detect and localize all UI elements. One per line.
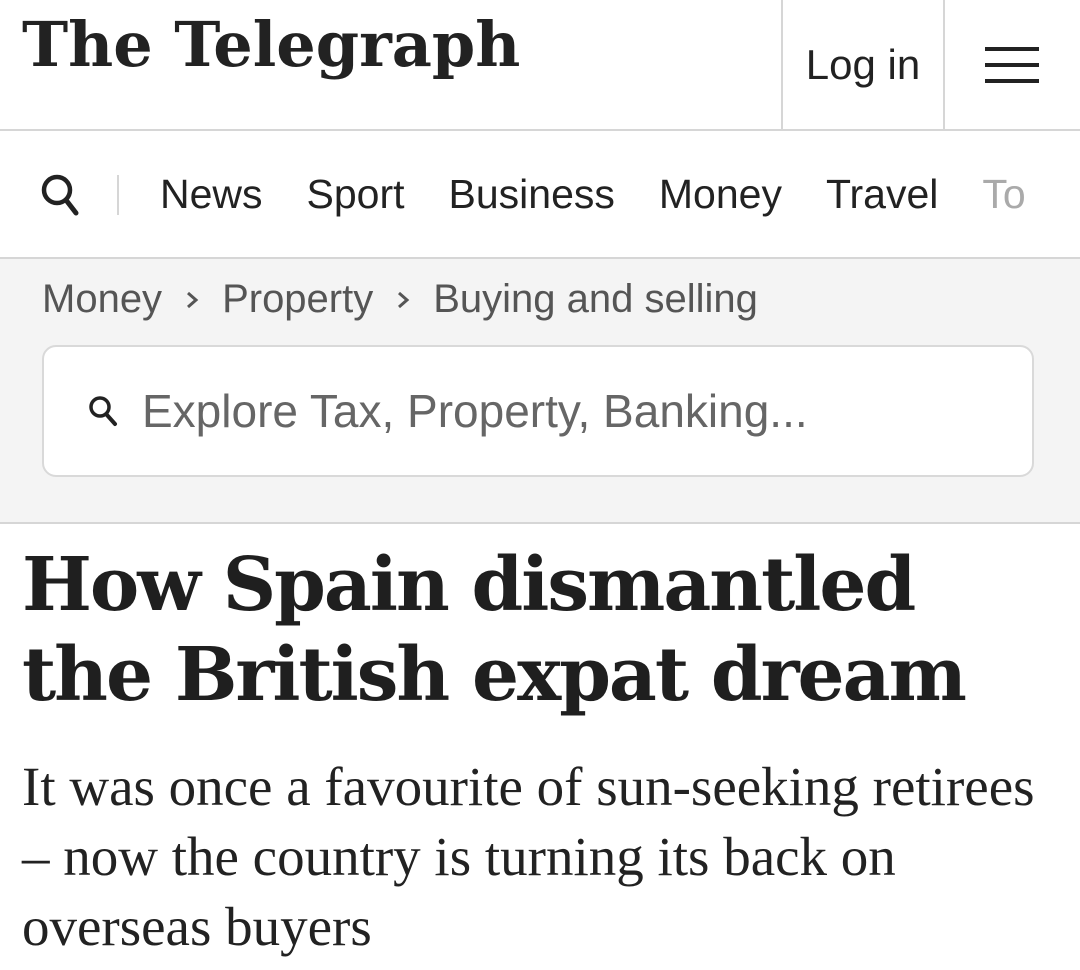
search-icon — [89, 396, 117, 426]
nav-item-money[interactable]: Money — [659, 171, 782, 218]
login-button[interactable]: Log in — [781, 0, 945, 129]
search-icon[interactable] — [40, 173, 80, 217]
section-subheader: Money Property Buying and selling — [0, 259, 1080, 524]
explore-search-input[interactable] — [140, 383, 1004, 439]
explore-search-box[interactable] — [42, 345, 1034, 477]
article-standfirst: It was once a favourite of sun-seeking r… — [22, 756, 1035, 957]
menu-button[interactable] — [943, 0, 1080, 129]
site-header: The Telegraph Log in — [0, 0, 1080, 131]
nav-item-news[interactable]: News — [160, 171, 263, 218]
hamburger-menu-icon — [984, 46, 1039, 83]
section-nav: News Sport Business Money Travel To — [0, 131, 1080, 259]
nav-items: News Sport Business Money Travel To — [160, 131, 1070, 257]
breadcrumb: Money Property Buying and selling — [42, 277, 758, 322]
chevron-right-icon — [187, 291, 199, 308]
breadcrumb-property[interactable]: Property — [222, 277, 373, 322]
nav-item-travel[interactable]: Travel — [826, 171, 938, 218]
breadcrumb-buying-and-selling[interactable]: Buying and selling — [433, 277, 758, 322]
article-headline: How Spain dismantled the British expat d… — [22, 542, 967, 718]
nav-item-sport[interactable]: Sport — [307, 171, 405, 218]
nav-divider — [117, 175, 119, 215]
chevron-right-icon — [398, 291, 410, 308]
nav-item-truncated[interactable]: To — [982, 171, 1025, 218]
telegraph-logo[interactable]: The Telegraph — [22, 8, 520, 81]
nav-item-business[interactable]: Business — [449, 171, 615, 218]
breadcrumb-money[interactable]: Money — [42, 277, 162, 322]
